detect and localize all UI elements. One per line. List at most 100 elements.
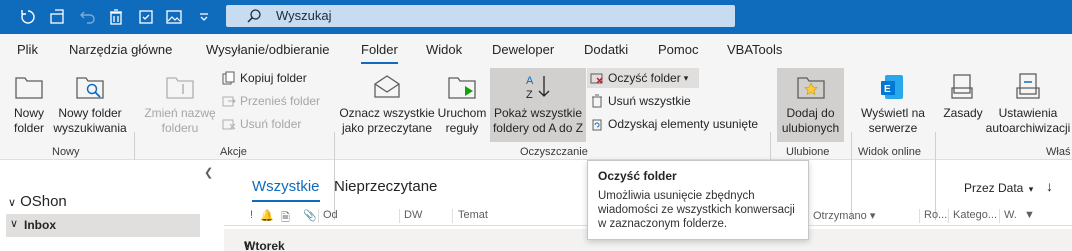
add-to-favorites-label: Dodaj do ulubionych	[781, 106, 840, 135]
view-on-server-button[interactable]: E Wyświetl na serwerze	[856, 72, 930, 136]
tab-pomoc[interactable]: Pomoc	[658, 42, 698, 57]
move-folder-button[interactable]: Przenieś folder	[222, 93, 320, 109]
tab-vbatools[interactable]: VBATools	[727, 42, 782, 57]
show-all-folders-az-button[interactable]: AZ Pokaż wszystkie foldery od A do Z	[490, 72, 586, 136]
send-receive-icon[interactable]	[18, 7, 38, 27]
mark-all-read-button[interactable]: Oznacz wszystkie jako przeczytane	[338, 72, 436, 136]
account-node[interactable]: ∨ OShon	[8, 193, 67, 210]
collapse-pane-icon[interactable]: ❮	[204, 166, 213, 179]
rename-folder-icon	[166, 77, 194, 99]
delete-folder-icon	[222, 119, 236, 130]
chevron-down-icon[interactable]: ∨	[10, 217, 18, 230]
tab-dodatki[interactable]: Dodatki	[584, 42, 628, 57]
tab-unread[interactable]: Nieprzeczytane	[334, 178, 437, 195]
delete-all-button[interactable]: Usuń wszystkie	[590, 93, 691, 109]
column-separator	[399, 209, 400, 223]
new-folder-button[interactable]: Nowy folder	[6, 72, 52, 136]
rename-folder-label: Zmień nazwę folderu	[144, 106, 216, 135]
column-od[interactable]: Od	[323, 209, 338, 221]
attachment-icon[interactable]: 📎	[303, 209, 317, 222]
search-icon	[247, 9, 261, 23]
copy-folder-button[interactable]: Kopiuj folder	[222, 70, 307, 86]
chevron-down-icon[interactable]: ∨	[8, 197, 16, 209]
new-search-folder-label: Nowy folder wyszukiwania	[53, 106, 127, 135]
move-folder-label: Przenieś folder	[240, 94, 321, 108]
delete-folder-button[interactable]: Usuń folder	[222, 116, 301, 132]
sort-direction-icon[interactable]: ↓	[1046, 178, 1053, 194]
column-temat[interactable]: Temat	[458, 209, 488, 221]
run-rules-button[interactable]: Uruchom reguły	[434, 72, 490, 136]
svg-text:A: A	[526, 75, 534, 87]
rules-icon[interactable]	[136, 7, 156, 27]
new-search-folder-button[interactable]: Nowy folder wyszukiwania	[52, 72, 128, 136]
group-label-oczyszczanie: Oczyszczanie	[520, 146, 588, 158]
title-bar: Wyszukaj	[0, 0, 1072, 34]
favorite-folder-icon	[796, 77, 825, 99]
group-label-nowy: Nowy	[52, 146, 80, 158]
mark-all-read-label: Oznacz wszystkie jako przeczytane	[339, 106, 435, 135]
account-name: OShon	[20, 193, 67, 210]
tab-deweloper[interactable]: Deweloper	[492, 42, 554, 57]
tooltip: Oczyść folder Umożliwia usunięcie zbędny…	[587, 160, 809, 240]
run-rules-label: Uruchom reguły	[437, 106, 487, 135]
recover-deleted-button[interactable]: Odzyskaj elementy usunięte	[590, 116, 758, 132]
column-separator	[452, 209, 453, 223]
column-otrzymano-label: Otrzymano	[813, 210, 867, 222]
show-all-folders-az-label: Pokaż wszystkie foldery od A do Z	[492, 106, 584, 135]
column-dw[interactable]: DW	[404, 209, 422, 221]
column-separator	[919, 209, 920, 223]
new-folder-label: Nowy folder	[13, 106, 45, 135]
tab-all[interactable]: Wszystkie	[252, 178, 320, 202]
column-w[interactable]: W.	[1004, 209, 1017, 221]
folder-inbox[interactable]: ∨ Inbox	[6, 214, 200, 237]
customize-qat-icon[interactable]	[194, 7, 214, 27]
svg-text:E: E	[884, 84, 891, 95]
exchange-icon: E	[881, 75, 903, 99]
sort-by-dropdown[interactable]: Przez Data ▾	[964, 181, 1033, 195]
chevron-down-icon: ▾	[1028, 184, 1034, 194]
sort-by-label: Przez Data	[964, 181, 1024, 195]
tab-wysylanie-odbieranie[interactable]: Wysyłanie/odbieranie	[206, 42, 329, 57]
column-kategorie[interactable]: Katego...	[953, 209, 997, 221]
delete-folder-label: Usuń folder	[240, 117, 302, 131]
autoarchive-settings-button[interactable]: Ustawienia autoarchiwizacji	[984, 72, 1072, 136]
add-to-favorites-button[interactable]: Dodaj do ulubionych	[777, 72, 844, 136]
reminder-icon[interactable]: 🔔	[260, 209, 274, 222]
group-label-widok-online: Widok online	[858, 146, 921, 158]
column-separator	[318, 209, 319, 223]
ribbon-tabs: Plik Narzędzia główne Wysyłanie/odbieran…	[0, 34, 1072, 64]
policy-label: Zasady	[943, 106, 983, 120]
view-on-server-label: Wyświetl na serwerze	[861, 106, 925, 135]
column-ro[interactable]: Ro...	[924, 209, 947, 221]
rename-folder-button[interactable]: Zmień nazwę folderu	[140, 72, 220, 136]
search-box[interactable]: Wyszukaj	[226, 5, 735, 27]
picture-icon[interactable]	[164, 7, 184, 27]
move-folder-icon	[222, 96, 236, 107]
importance-icon[interactable]: !	[250, 209, 253, 221]
tab-plik[interactable]: Plik	[17, 42, 38, 57]
run-rules-icon	[448, 77, 476, 99]
group-label-akcje: Akcje	[220, 146, 247, 158]
tab-folder[interactable]: Folder	[361, 42, 398, 64]
clean-up-folder-button[interactable]: Oczyść folder ▾	[590, 70, 688, 86]
tab-widok[interactable]: Widok	[426, 42, 462, 57]
folder-sync-icon[interactable]	[48, 7, 68, 27]
group-label-wlasciwosci: Właś	[1046, 146, 1071, 158]
icon-column-icon[interactable]: 🗎	[281, 209, 290, 228]
column-otrzymano[interactable]: Otrzymano ▾	[813, 209, 875, 222]
autoarchive-icon	[1016, 73, 1040, 99]
undo-icon[interactable]	[78, 7, 98, 27]
folder-icon	[15, 77, 43, 99]
clean-up-folder-label: Oczyść folder	[608, 71, 681, 85]
search-folder-icon	[76, 77, 104, 99]
delete-icon[interactable]	[106, 7, 126, 27]
tab-narzedzia-glowne[interactable]: Narzędzia główne	[69, 42, 172, 57]
filter-icon[interactable]: ▼	[1024, 209, 1035, 221]
delete-all-icon	[592, 94, 602, 108]
column-separator	[999, 209, 1000, 223]
clean-up-folder-icon	[590, 73, 603, 84]
search-input[interactable]: Wyszukaj	[276, 8, 332, 23]
column-separator	[948, 209, 949, 223]
policy-button[interactable]: Zasady	[940, 72, 986, 121]
inbox-label: Inbox	[24, 218, 56, 232]
